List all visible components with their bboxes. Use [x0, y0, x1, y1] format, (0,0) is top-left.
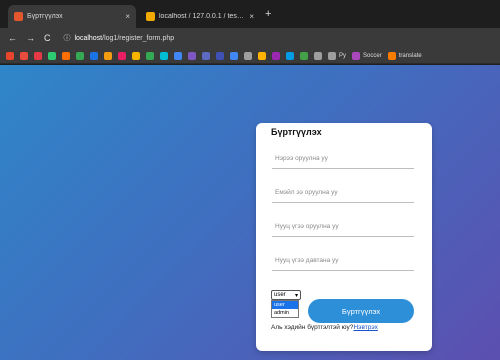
- login-link[interactable]: Нэвтрэх: [353, 324, 377, 331]
- role-select[interactable]: user ▾: [271, 290, 301, 300]
- bookmark-favicon-icon[interactable]: [104, 51, 112, 60]
- bookmark-favicon-icon: [328, 51, 336, 60]
- bookmark-favicon-icon[interactable]: [202, 51, 210, 60]
- tab-title: Бүртгүүлэх: [27, 13, 63, 20]
- bookmarks-bar: Py Soccer translate: [0, 48, 500, 64]
- url-host: localhost: [74, 34, 103, 42]
- tab-bar: Бүртгүүлэх × localhost / 127.0.0.1 / tes…: [0, 0, 500, 28]
- bookmark-favicon-icon[interactable]: [90, 51, 98, 60]
- bookmark-favicon-icon[interactable]: [20, 51, 28, 60]
- bookmark-label: Py: [339, 52, 347, 59]
- bookmark-favicon-icon[interactable]: [188, 51, 196, 60]
- phpmyadmin-favicon-icon: [146, 12, 155, 21]
- bookmark-favicon-icon: [387, 51, 396, 60]
- reload-icon[interactable]: C: [44, 33, 51, 43]
- chevron-down-icon: ▾: [294, 292, 298, 299]
- form-title: Бүртгүүлэх: [271, 127, 322, 137]
- tab-phpmyadmin[interactable]: localhost / 127.0.0.1 / test / data ×: [140, 5, 260, 28]
- login-prompt-line: Аль хэдийн бүртгэлтэй юу?Нэвтрэх: [271, 324, 378, 331]
- bookmark-favicon-icon[interactable]: [286, 51, 294, 60]
- tab-close-icon[interactable]: ×: [249, 12, 254, 21]
- login-prompt-text: Аль хэдийн бүртгэлтэй юу?: [271, 324, 354, 331]
- password-repeat-input[interactable]: Нууц үгээ давтана уу: [272, 251, 414, 271]
- bookmark-favicon-icon[interactable]: [34, 51, 42, 60]
- url-field[interactable]: ⓘ localhost/log1/register_form.php: [64, 33, 175, 43]
- back-arrow-icon[interactable]: ←: [8, 33, 17, 43]
- new-tab-button[interactable]: +: [265, 8, 271, 20]
- bookmark-favicon-icon[interactable]: [48, 51, 56, 60]
- bookmark-favicon-icon[interactable]: [160, 51, 168, 60]
- role-selected-value: user: [274, 292, 286, 298]
- bookmark-favicon-icon[interactable]: [258, 51, 266, 60]
- address-bar: ← → C ⓘ localhost/log1/register_form.php: [0, 28, 500, 48]
- email-input[interactable]: Емэйл ээ оруулна уу: [272, 183, 414, 203]
- register-favicon-icon: [14, 12, 23, 21]
- bookmark-label: Soccer: [363, 52, 382, 59]
- bookmark-favicon-icon: [352, 51, 361, 60]
- bookmark-favicon-icon[interactable]: [300, 51, 308, 60]
- bookmark-favicon-icon[interactable]: [6, 51, 14, 60]
- url-path: /log1/register_form.php: [102, 34, 175, 42]
- bookmark-favicon-icon[interactable]: [244, 51, 252, 60]
- site-info-icon[interactable]: ⓘ: [64, 33, 71, 43]
- tab-close-icon[interactable]: ×: [125, 12, 130, 21]
- password-input[interactable]: Нууц үгээ оруулна уу: [272, 217, 414, 237]
- bookmark-favicon-icon[interactable]: [272, 51, 280, 60]
- bookmark-favicon-icon[interactable]: [216, 51, 224, 60]
- bookmark-favicon-icon[interactable]: [230, 51, 238, 60]
- role-option-admin[interactable]: admin: [272, 309, 298, 317]
- bookmark-item[interactable]: translate: [387, 51, 422, 60]
- tab-title: localhost / 127.0.0.1 / test / data: [159, 13, 245, 20]
- bookmark-favicon-icon[interactable]: [76, 51, 84, 60]
- bookmark-favicon-icon[interactable]: [118, 51, 126, 60]
- role-option-user[interactable]: user: [272, 301, 298, 309]
- forward-arrow-icon[interactable]: →: [26, 33, 35, 43]
- bookmark-favicon-icon[interactable]: [146, 51, 154, 60]
- bookmark-favicon-icon[interactable]: [314, 51, 322, 60]
- bookmark-favicon-icon[interactable]: [132, 51, 140, 60]
- bookmark-favicon-icon[interactable]: [62, 51, 70, 60]
- bookmark-label: translate: [398, 52, 422, 59]
- bookmark-favicon-icon[interactable]: [174, 51, 182, 60]
- register-button[interactable]: Бүртгүүлэх: [308, 299, 414, 323]
- bookmark-item[interactable]: Soccer: [352, 51, 382, 60]
- name-input[interactable]: Нэрээ оруулна уу: [272, 149, 414, 169]
- page-background: Бүртгүүлэх Нэрээ оруулна уу Емэйл ээ ору…: [0, 65, 500, 360]
- register-form-card: Бүртгүүлэх Нэрээ оруулна уу Емэйл ээ ору…: [256, 123, 432, 351]
- tab-register[interactable]: Бүртгүүлэх ×: [8, 5, 136, 28]
- bookmark-item[interactable]: Py: [328, 51, 347, 60]
- role-dropdown-menu: user admin: [271, 300, 299, 318]
